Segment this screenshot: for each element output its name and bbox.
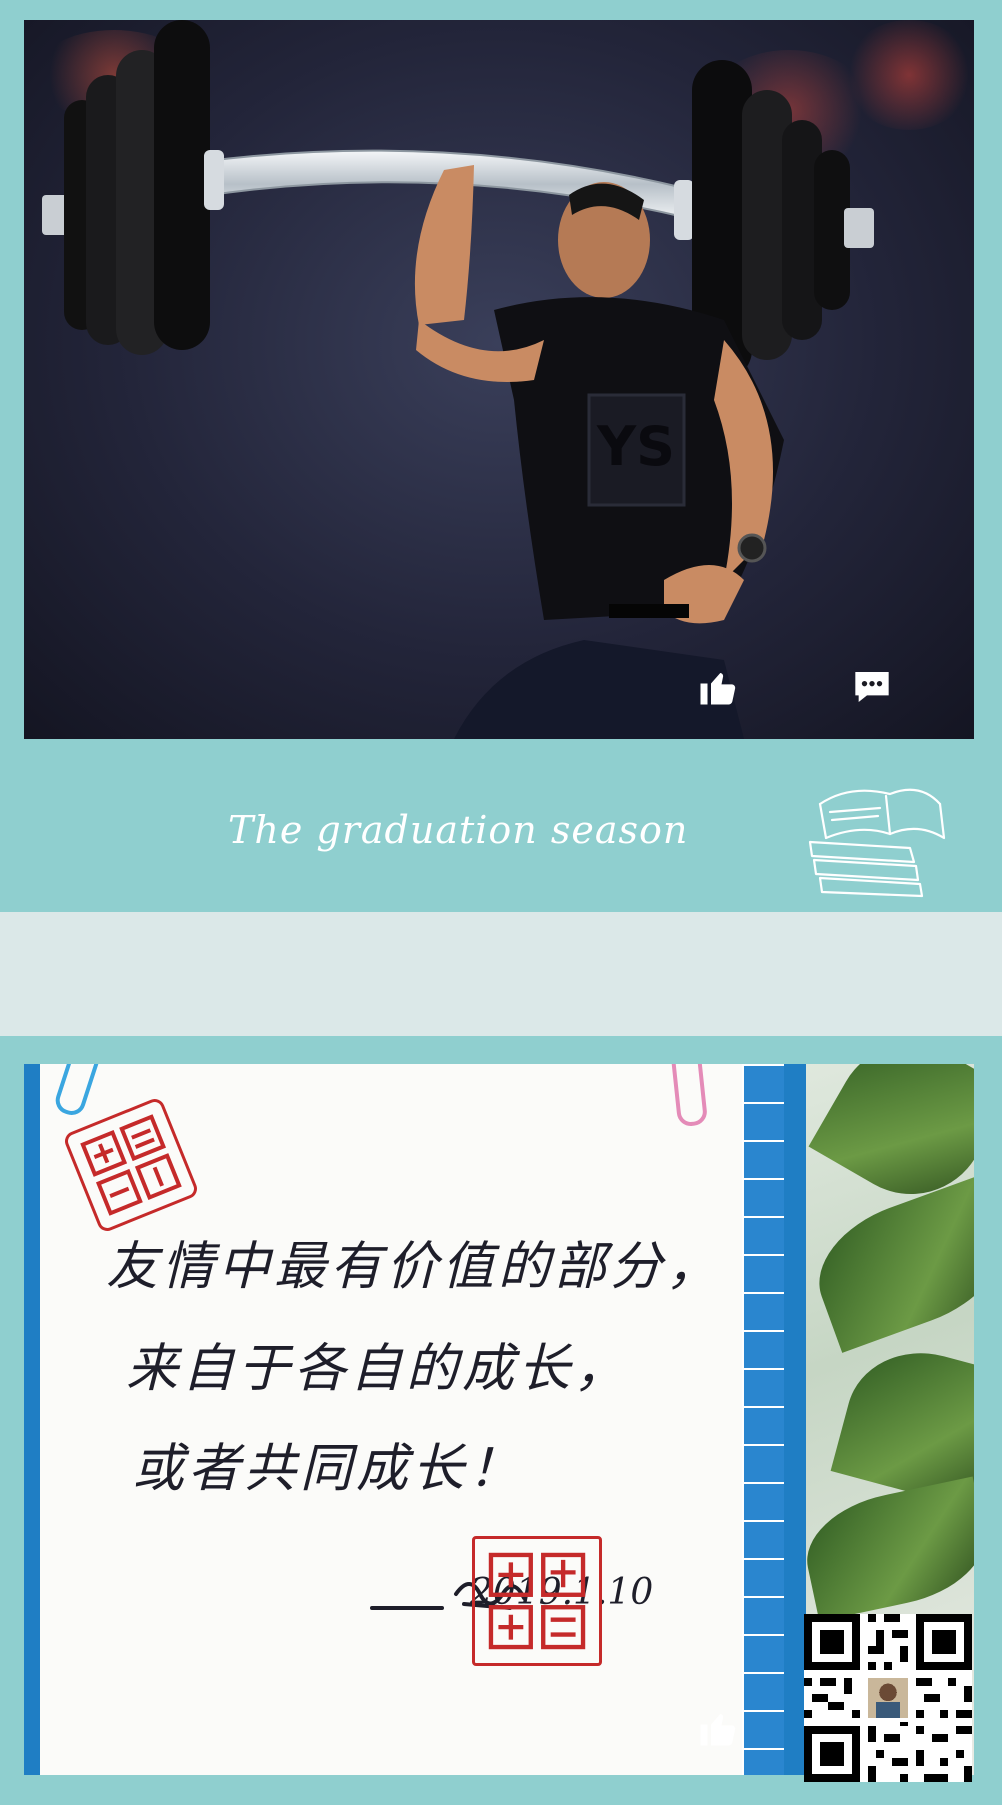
red-seal-stamp-signature — [472, 1536, 602, 1666]
athlete-figure: YS — [414, 165, 784, 739]
red-seal-stamp — [62, 1096, 200, 1234]
comment-button[interactable] — [848, 663, 896, 711]
qr-code-icon[interactable] — [804, 1614, 972, 1782]
post-separator — [0, 912, 1002, 1036]
thumbs-up-icon — [700, 1714, 736, 1746]
like-button-2[interactable] — [694, 1704, 742, 1752]
note-grid-border — [742, 1064, 784, 1775]
note-paper: 友情中最有价值的部分， 来自于各自的成长， 或者共同成长！ 2019.1.10 — [40, 1064, 784, 1775]
comment-icon — [855, 672, 889, 702]
note-line-1: 友情中最有价值的部分， — [106, 1237, 723, 1297]
shirt-logo: YS — [596, 415, 675, 478]
post-card-1: YS The graduation season — [0, 0, 1002, 912]
note-line-3: 或者共同成长！ — [132, 1439, 525, 1499]
weightlifter-photo[interactable]: YS — [24, 20, 974, 739]
note-line-2: 来自于各自的成长， — [126, 1339, 631, 1399]
post-caption: The graduation season — [228, 808, 689, 852]
book-sketch-icon — [808, 788, 946, 898]
post-card-2: 友情中最有价值的部分， 来自于各自的成长， 或者共同成长！ 2019.1.10 — [0, 1036, 1002, 1805]
like-button[interactable] — [694, 663, 742, 711]
thumbs-up-icon — [700, 673, 736, 705]
signature-dash — [370, 1606, 444, 1610]
